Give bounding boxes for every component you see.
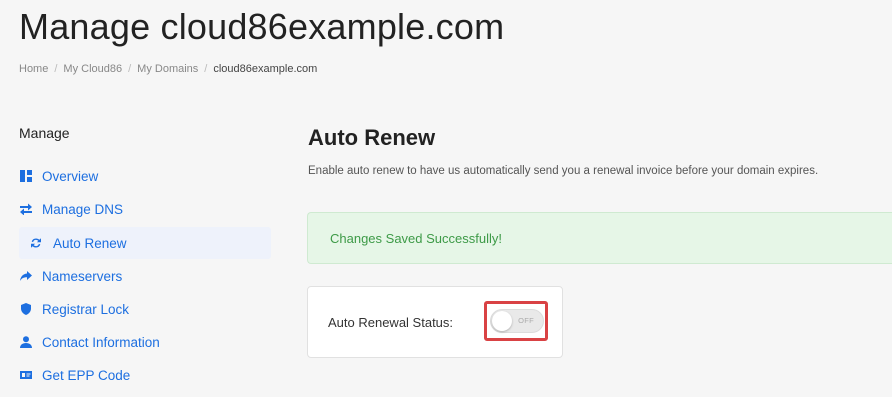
auto-renewal-toggle[interactable]: OFF — [490, 309, 544, 333]
page-title: Manage cloud86example.com — [19, 6, 505, 47]
auto-renewal-status-card: Auto Renewal Status: OFF — [307, 286, 563, 358]
sidebar-item-registrar-lock[interactable]: Registrar Lock — [19, 293, 271, 325]
sidebar-item-contact-information[interactable]: Contact Information — [19, 326, 271, 358]
breadcrumb-my-domains[interactable]: My Domains — [137, 63, 198, 75]
dashboard-icon — [19, 169, 33, 183]
sidebar-item-label: Overview — [42, 168, 99, 184]
toggle-state-text: OFF — [518, 316, 534, 325]
sidebar-item-label: Nameservers — [42, 268, 123, 284]
success-alert: Changes Saved Successfully! — [307, 212, 892, 264]
sidebar-title: Manage — [19, 125, 70, 141]
sidebar-item-get-epp-code[interactable]: Get EPP Code — [19, 359, 271, 391]
user-icon — [19, 335, 33, 349]
share-arrow-icon — [19, 269, 33, 283]
sidebar-item-nameservers[interactable]: Nameservers — [19, 260, 271, 292]
section-description: Enable auto renew to have us automatical… — [308, 165, 819, 177]
breadcrumb-separator: / — [54, 63, 58, 75]
sidebar-item-manage-dns[interactable]: Manage DNS — [19, 193, 271, 225]
breadcrumb-home[interactable]: Home — [19, 63, 48, 75]
shield-icon — [19, 302, 33, 316]
id-card-icon — [19, 368, 33, 382]
breadcrumb: Home / My Cloud86 / My Domains / cloud86… — [19, 63, 317, 75]
breadcrumb-separator: / — [128, 63, 132, 75]
breadcrumb-my-cloud86[interactable]: My Cloud86 — [63, 63, 122, 75]
sidebar-item-overview[interactable]: Overview — [19, 160, 271, 192]
sidebar-item-label: Manage DNS — [42, 201, 124, 217]
section-title: Auto Renew — [308, 125, 436, 150]
page: Manage cloud86example.com Home / My Clou… — [0, 0, 892, 397]
sidebar-item-label: Get EPP Code — [42, 367, 131, 383]
breadcrumb-separator: / — [204, 63, 208, 75]
sync-icon — [29, 236, 43, 250]
sidebar-item-label: Registrar Lock — [42, 301, 130, 317]
breadcrumb-current: cloud86example.com — [213, 63, 318, 75]
sidebar-item-auto-renew[interactable]: Auto Renew — [19, 227, 271, 259]
auto-renewal-status-label: Auto Renewal Status: — [328, 315, 454, 330]
sidebar-item-label: Auto Renew — [53, 235, 127, 251]
sidebar-item-label: Contact Information — [42, 334, 160, 350]
toggle-knob — [492, 311, 512, 331]
swap-arrows-icon — [19, 202, 33, 216]
